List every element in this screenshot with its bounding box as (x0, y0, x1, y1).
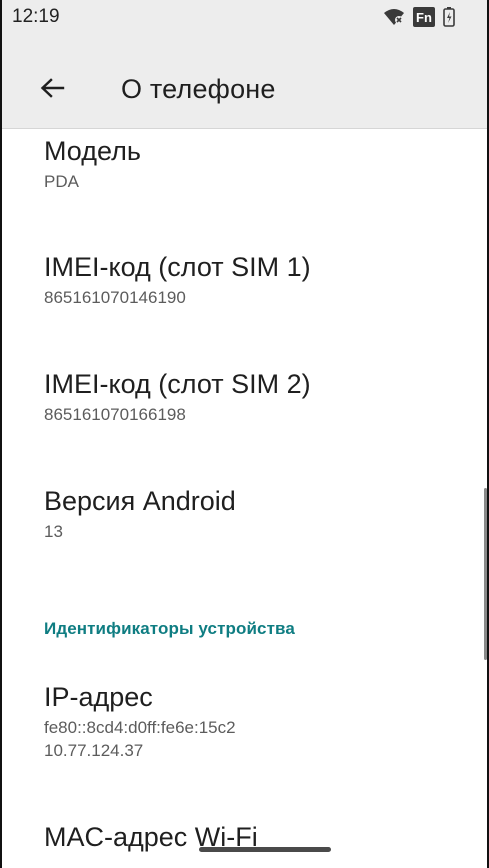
list-item-title: IMEI-код (слот SIM 1) (44, 252, 311, 282)
battery-icon (442, 6, 456, 28)
list-item-imei-sim1[interactable]: IMEI-код (слот SIM 1) 865161070146190 (44, 251, 465, 309)
gesture-navigation-bar[interactable] (199, 847, 331, 852)
wifi-icon (382, 7, 406, 27)
list-item-title: IMEI-код (слот SIM 2) (44, 369, 311, 399)
list-item-summary-line1: fe80::8cd4:d0ff:fe6e:15c2 (44, 718, 236, 737)
list-item-imei-sim2[interactable]: IMEI-код (слот SIM 2) 865161070166198 (44, 368, 465, 426)
device-frame-left (0, 0, 2, 868)
list-item-summary: 865161070166198 (44, 405, 186, 424)
list-item-title: Модель (44, 136, 141, 166)
arrow-back-icon (39, 77, 65, 104)
back-button[interactable] (30, 68, 74, 112)
list-item-title: Версия Android (44, 486, 236, 516)
settings-list[interactable]: Модель PDA IMEI-код (слот SIM 1) 8651610… (0, 129, 489, 868)
list-item-title: IP-адрес (44, 682, 153, 712)
fn-icon-label: Fn (416, 10, 432, 25)
page-title: О телефоне (121, 74, 276, 104)
status-time: 12:19 (12, 6, 60, 27)
list-item-ip-address[interactable]: IP-адрес fe80::8cd4:d0ff:fe6e:15c2 10.77… (44, 681, 465, 762)
status-icons: Fn (382, 5, 456, 29)
app-bar: О телефоне (0, 52, 489, 129)
fn-icon: Fn (412, 6, 436, 28)
list-item-summary: 865161070146190 (44, 288, 186, 307)
list-item-model[interactable]: Модель PDA (44, 135, 465, 193)
list-item-summary: PDA (44, 172, 79, 191)
list-item-android-version[interactable]: Версия Android 13 (44, 485, 465, 543)
list-item-summary-line2: 10.77.124.37 (44, 741, 144, 760)
list-item-summary: 13 (44, 522, 63, 541)
screen: 12:19 Fn О телефоне Модель PDA IMEI-код … (0, 0, 489, 868)
category-header-device-ids: Идентификаторы устройства (44, 619, 295, 638)
status-bar: 12:19 Fn (0, 0, 489, 52)
